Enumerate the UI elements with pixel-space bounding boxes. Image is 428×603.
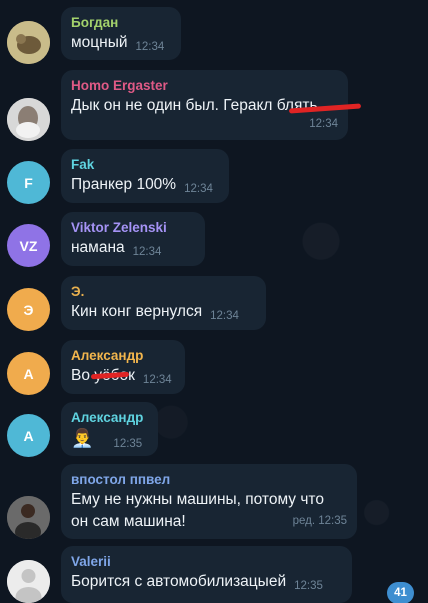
message-bubble: впостол ппвел Ему не нужны машины, потом…: [61, 464, 357, 539]
sender-name[interactable]: Богдан: [71, 14, 171, 32]
message-text: Ему не нужны машины, потому что: [71, 491, 324, 508]
message-text-line2: он сам машина!: [71, 513, 186, 530]
avatar-photo-icon: [7, 21, 50, 64]
avatar-initials: F: [24, 174, 33, 191]
sender-name[interactable]: Fak: [71, 156, 219, 174]
avatar-initials: А: [23, 427, 34, 444]
message-text: моцный: [71, 34, 128, 51]
message-bubble: Homo Ergaster Дык он не один был. Геракл…: [61, 70, 362, 140]
message-emoji: 👨‍💼: [71, 428, 94, 448]
message-time: 12:34: [142, 374, 172, 386]
message-time: 12:35: [113, 438, 143, 450]
sender-name[interactable]: Александр: [71, 347, 175, 365]
message-text: Дык он не один был. Геракл блять: [71, 97, 318, 114]
sender-name[interactable]: Э.: [71, 283, 256, 301]
avatar-photo-icon: [7, 496, 50, 539]
message-bubble: Fak Пранкер 100% 12:34: [61, 149, 229, 203]
sender-name[interactable]: Александр: [71, 409, 148, 427]
message-time: ред. 12:35: [292, 515, 347, 527]
avatar[interactable]: А: [7, 352, 50, 395]
avatar[interactable]: Э: [7, 288, 50, 331]
avatar[interactable]: [7, 496, 50, 539]
message-time: 12:34: [210, 310, 239, 322]
sender-name[interactable]: Homo Ergaster: [71, 77, 338, 95]
message-text: намана: [71, 239, 125, 256]
message-text: Пранкер 100%: [71, 176, 177, 193]
avatar-initials: Э: [23, 301, 34, 318]
avatar-initials: А: [23, 365, 34, 382]
message-time: 12:34: [132, 246, 162, 258]
avatar-photo-icon: [7, 98, 50, 141]
avatar[interactable]: [7, 21, 50, 64]
message-time: 12:34: [184, 183, 213, 195]
unread-count-badge[interactable]: 41: [387, 582, 414, 603]
sender-name[interactable]: впостол ппвел: [71, 471, 347, 489]
avatar[interactable]: VZ: [7, 224, 50, 267]
message-time: 12:35: [294, 580, 323, 592]
message-bubble: Valerii Борится с автомобилизацыей 12:35: [61, 546, 352, 603]
sender-name[interactable]: Valerii: [71, 553, 342, 571]
message-text: Кин конг вернулся: [71, 303, 203, 320]
message-bubble: Богдан моцный 12:34: [61, 7, 181, 60]
message-bubble: Александр Во уёбок12:34: [61, 340, 185, 394]
avatar[interactable]: [7, 98, 50, 141]
message-text: Борится с автомобилизацыей: [71, 573, 287, 590]
message-time: 12:34: [309, 118, 338, 130]
message-bubble: Э. Кин конг вернулся 12:34: [61, 276, 266, 330]
message-bubble: Viktor Zelenski намана 12:34: [61, 212, 205, 266]
avatar[interactable]: F: [7, 161, 50, 204]
avatar-initials: VZ: [19, 237, 38, 254]
sender-name[interactable]: Viktor Zelenski: [71, 219, 195, 237]
avatar[interactable]: [7, 560, 50, 603]
message-time: 12:34: [135, 41, 165, 53]
avatar[interactable]: А: [7, 414, 50, 457]
avatar-placeholder-icon: [7, 560, 50, 603]
message-bubble: Александр 👨‍💼 12:35: [61, 402, 158, 456]
